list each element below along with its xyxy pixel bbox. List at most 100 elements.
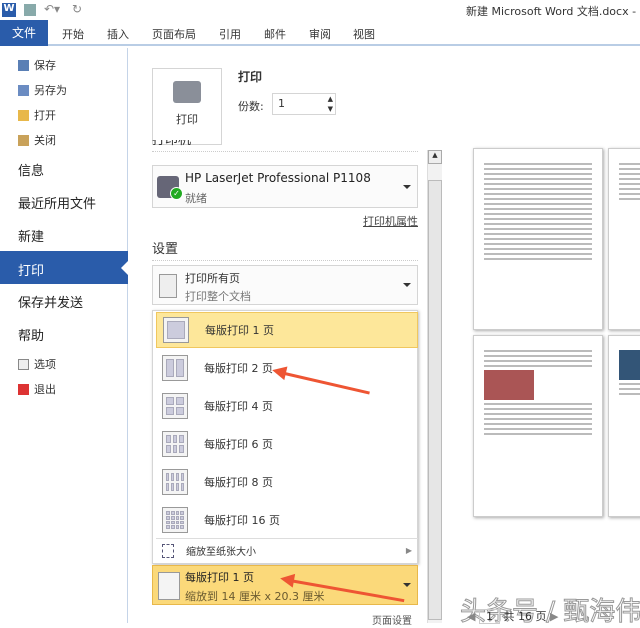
layout-2-icon — [162, 355, 188, 381]
menu-item-label: 每版打印 6 页 — [204, 438, 273, 451]
layout-cell — [175, 525, 180, 529]
nav-print[interactable]: 打印 — [0, 251, 129, 284]
copies-input[interactable]: 1 ▲ ▼ — [272, 93, 336, 115]
nav-close[interactable]: 关闭 — [18, 132, 56, 148]
settings-scrollbar[interactable]: ▲ — [427, 150, 442, 623]
save-icon — [18, 59, 29, 71]
tab-home[interactable]: 开始 — [62, 26, 84, 42]
layout-cell — [180, 525, 184, 529]
preview-page — [473, 335, 603, 517]
nav-options[interactable]: 选项 — [18, 356, 56, 372]
printer-status: 就绪 — [185, 192, 207, 205]
nav-label: 关闭 — [34, 134, 56, 147]
pages-icon — [159, 274, 177, 298]
menu-item-16-pages[interactable]: 每版打印 16 页 — [156, 502, 418, 538]
save-as-icon — [18, 84, 29, 96]
printer-dropdown[interactable]: ✓ HP LaserJet Professional P1108 就绪 — [152, 165, 418, 208]
nav-save[interactable]: 保存 — [18, 57, 56, 73]
folder-icon — [18, 109, 29, 121]
options-icon — [18, 358, 29, 370]
scroll-up-icon[interactable]: ▲ — [428, 150, 442, 164]
tab-references[interactable]: 引用 — [219, 26, 241, 42]
menu-item-label: 每版打印 4 页 — [204, 400, 273, 413]
title-bar: W ↶▾ ↻ 新建 Microsoft Word 文档.docx - M — [0, 0, 640, 32]
layout-6-icon — [162, 431, 188, 457]
layout-cell — [180, 511, 184, 515]
nav-recent[interactable]: 最近所用文件 — [18, 193, 96, 212]
scroll-thumb[interactable] — [428, 180, 442, 620]
copies-label: 份数: — [238, 100, 264, 113]
page-setup-link[interactable]: 页面设置 — [372, 612, 412, 627]
settings-heading: 设置 — [152, 238, 418, 261]
layout-4-icon — [162, 393, 188, 419]
copies-value: 1 — [278, 97, 285, 110]
selected-title: 每版打印 1 页 — [185, 571, 254, 584]
layout-cell — [180, 515, 184, 520]
tab-view[interactable]: 视图 — [353, 26, 375, 42]
page-navigator: ◀ 1 共 16 页 ▶ — [467, 608, 558, 624]
total-pages: 共 16 页 — [503, 610, 547, 623]
print-heading: 打印 — [238, 70, 263, 84]
printer-icon: ✓ — [157, 176, 183, 200]
menu-item-4-pages[interactable]: 每版打印 4 页 — [156, 388, 418, 424]
menu-item-1-page[interactable]: 每版打印 1 页 — [156, 312, 418, 348]
current-page-input[interactable]: 1 — [478, 609, 500, 624]
nav-exit[interactable]: 退出 — [18, 381, 56, 397]
print-panel: 打印 打印 份数: 1 ▲ ▼ 打印机 ✓ HP LaserJet Professi… — [128, 48, 448, 627]
prev-page-icon[interactable]: ◀ — [467, 610, 475, 623]
layout-cell — [166, 525, 170, 529]
layout-16-icon — [162, 507, 188, 533]
exit-icon — [18, 383, 29, 395]
undo-icon[interactable]: ↶▾ — [44, 2, 60, 16]
ready-check-icon: ✓ — [170, 187, 183, 200]
print-preview: 头条号 / 甄海伟 ◀ 1 共 16 页 ▶ — [445, 48, 640, 628]
layout-cell — [175, 520, 180, 525]
nav-info[interactable]: 信息 — [18, 160, 44, 179]
nav-save-send[interactable]: 保存并发送 — [18, 292, 83, 311]
selected-subtitle: 缩放到 14 厘米 x 20.3 厘米 — [185, 590, 325, 603]
printer-name: HP LaserJet Professional P1108 — [185, 171, 371, 185]
preview-page — [608, 335, 640, 517]
chevron-right-icon: ▶ — [405, 546, 412, 555]
nav-help[interactable]: 帮助 — [18, 325, 44, 344]
redo-icon[interactable]: ↻ — [72, 2, 82, 16]
menu-item-label: 每版打印 16 页 — [204, 514, 280, 527]
menu-item-label: 缩放至纸张大小 — [186, 547, 256, 558]
menu-item-label: 每版打印 2 页 — [204, 362, 273, 375]
nav-save-as[interactable]: 另存为 — [18, 82, 67, 98]
chevron-down-icon — [403, 283, 411, 291]
ribbon-tabs: 开始 插入 页面布局 引用 邮件 审阅 视图 — [0, 20, 640, 46]
nav-label: 退出 — [34, 383, 56, 396]
printer-properties-link[interactable]: 打印机属性 — [363, 213, 418, 229]
layout-cell — [170, 520, 175, 525]
tab-file[interactable]: 文件 — [0, 20, 48, 46]
save-icon[interactable] — [24, 4, 36, 16]
tab-insert[interactable]: 插入 — [107, 26, 129, 42]
tab-mailings[interactable]: 邮件 — [264, 26, 286, 42]
layout-1-icon — [158, 572, 180, 600]
menu-item-scale-to-paper[interactable]: 缩放至纸张大小 ▶ — [156, 538, 418, 562]
nav-new[interactable]: 新建 — [18, 226, 44, 245]
layout-cell — [166, 515, 170, 520]
nav-open[interactable]: 打开 — [18, 107, 56, 123]
print-button[interactable]: 打印 — [152, 68, 222, 145]
printer-icon — [173, 81, 201, 103]
layout-cell — [170, 525, 175, 529]
print-range-dropdown[interactable]: 打印所有页 打印整个文档 — [152, 265, 418, 305]
chevron-down-icon — [403, 583, 411, 591]
tab-page-layout[interactable]: 页面布局 — [152, 26, 196, 42]
range-subtitle: 打印整个文档 — [185, 290, 251, 303]
scale-icon — [162, 543, 174, 558]
menu-item-8-pages[interactable]: 每版打印 8 页 — [156, 464, 418, 500]
range-title: 打印所有页 — [185, 272, 240, 285]
next-page-icon[interactable]: ▶ — [550, 610, 558, 623]
tab-review[interactable]: 审阅 — [309, 26, 331, 42]
copies-spinner[interactable]: ▲ ▼ — [328, 94, 333, 114]
layout-8-icon — [162, 469, 188, 495]
close-doc-icon — [18, 134, 29, 146]
nav-label: 另存为 — [34, 84, 67, 97]
layout-1-icon — [163, 317, 189, 343]
menu-item-6-pages[interactable]: 每版打印 6 页 — [156, 426, 418, 462]
layout-cell — [166, 520, 170, 525]
preview-page — [608, 148, 640, 330]
